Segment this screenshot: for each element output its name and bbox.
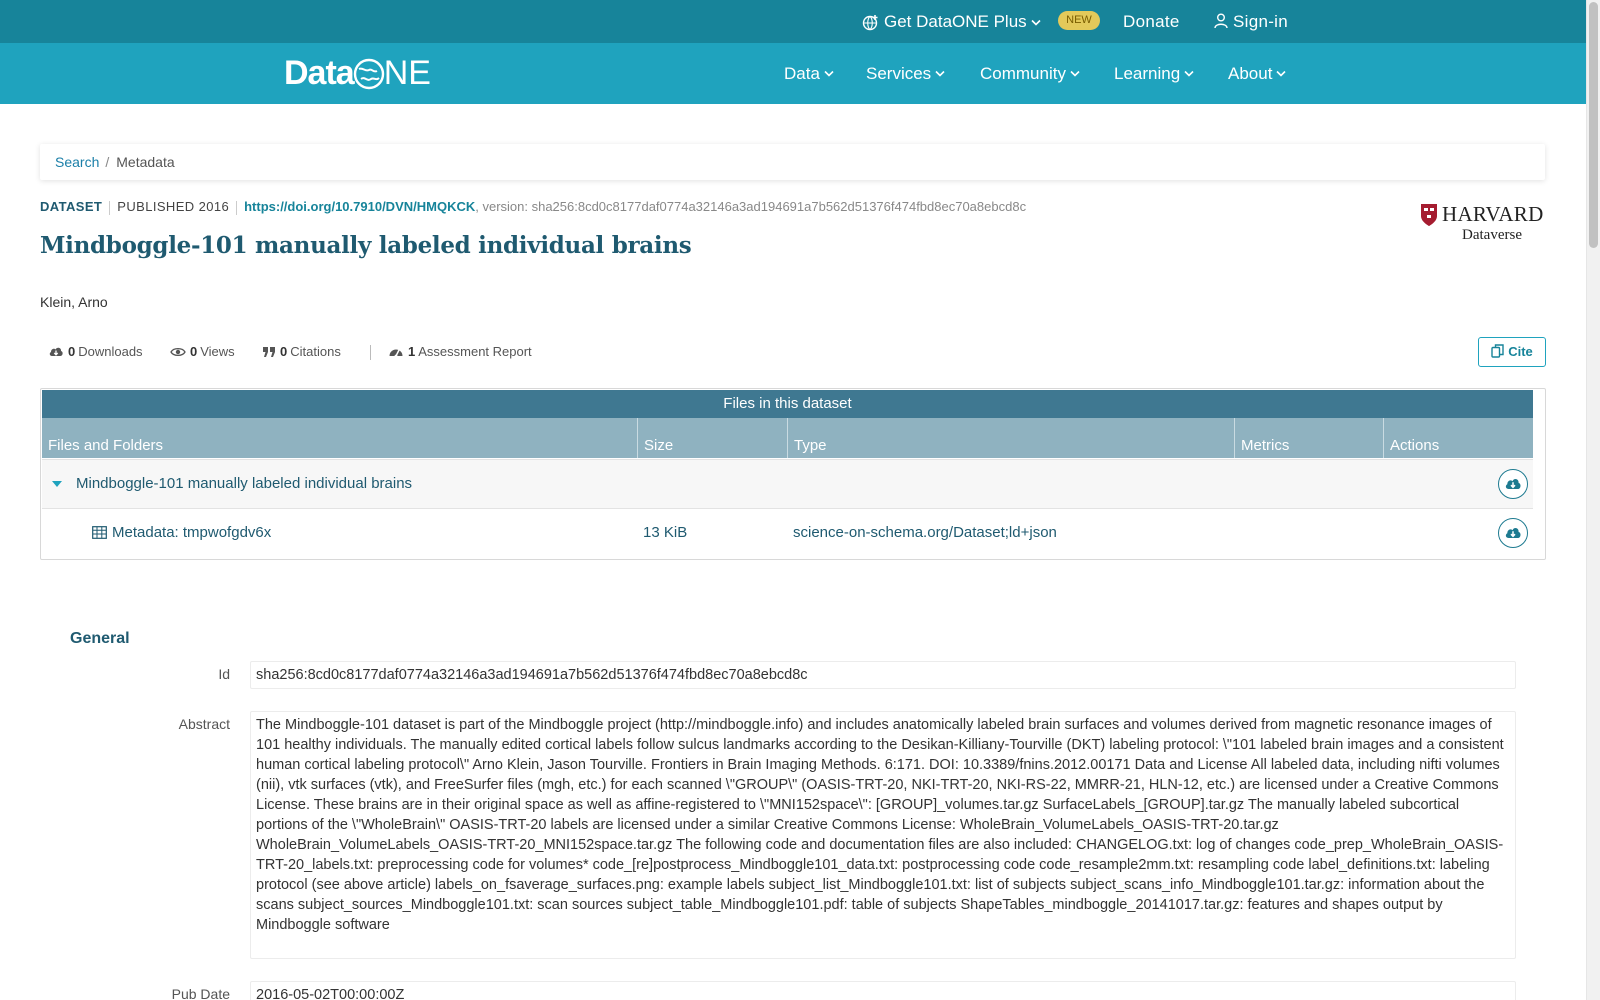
files-table: Files in this dataset Files and Folders … (40, 388, 1546, 560)
breadcrumb: Search / Metadata (40, 144, 1545, 180)
doi-link[interactable]: https://doi.org/10.7910/DVN/HMQKCK (244, 199, 475, 214)
assessment-metric[interactable]: 1 Assessment Report (388, 343, 532, 361)
files-table-header: Files and Folders Size Type Metrics Acti… (42, 418, 1533, 458)
breadcrumb-search-link[interactable]: Search (55, 154, 99, 170)
id-value: sha256:8cd0c8177daf0774a32146a3ad194691a… (250, 661, 1516, 689)
pubdate-value: 2016-05-02T00:00:00Z (250, 981, 1516, 1000)
nav-community[interactable]: Community (980, 43, 1080, 104)
folder-name[interactable]: Mindboggle-101 manually labeled individu… (76, 460, 412, 509)
views-label: Views (200, 344, 235, 359)
table-row[interactable]: Metadata: tmpwofgdv6x 13 KiB science-on-… (42, 508, 1533, 557)
get-dataone-plus-menu[interactable]: Get DataONE Plus (862, 0, 1041, 43)
downloads-label: Downloads (78, 344, 143, 359)
nav-about[interactable]: About (1228, 43, 1287, 104)
dataset-meta-line: DATASET PUBLISHED 2016 https://doi.org/10.… (40, 198, 1380, 216)
dataone-logo[interactable]: Data NE (284, 53, 431, 93)
dataset-type-label: DATASET (40, 199, 103, 214)
cloud-download-icon (1505, 528, 1521, 538)
column-header-files[interactable]: Files and Folders (42, 418, 638, 458)
metrics-divider (370, 345, 371, 360)
cloud-download-icon (49, 347, 63, 356)
logo-text-right: NE (383, 54, 431, 92)
file-type: science-on-schema.org/Dataset;ld+json (793, 524, 1057, 541)
files-table-caption: Files in this dataset (42, 390, 1533, 418)
id-label: Id (218, 666, 230, 682)
cloud-download-icon (1505, 479, 1521, 489)
cite-button[interactable]: Cite (1478, 337, 1546, 367)
main-navbar: Data NE Data Services Community Learning … (0, 43, 1586, 104)
chevron-down-icon (1276, 70, 1287, 77)
nav-learning[interactable]: Learning (1114, 43, 1194, 104)
assessment-label: Assessment Report (418, 344, 532, 359)
donate-link[interactable]: Donate (1123, 0, 1180, 43)
assessment-count: 1 (408, 344, 416, 359)
nav-learning-label: Learning (1114, 64, 1181, 83)
repository-name: HARVARD (1442, 202, 1544, 226)
globe-logo-icon (353, 58, 384, 90)
globe-plus-icon (862, 15, 878, 31)
harvard-shield-icon (1421, 204, 1437, 226)
download-file-button[interactable] (1498, 518, 1528, 548)
chevron-down-icon (1031, 19, 1041, 26)
version-label: , version: sha256:8cd0c8177daf0774a32146… (475, 199, 1027, 214)
logo-text-left: Data (284, 54, 355, 92)
get-dataone-plus-label: Get DataONE Plus (884, 12, 1027, 31)
nav-data-label: Data (784, 64, 820, 83)
pubdate-label: Pub Date (171, 986, 230, 1000)
page-scrollbar[interactable] (1586, 0, 1600, 1000)
cite-label: Cite (1508, 344, 1533, 359)
nav-about-label: About (1228, 64, 1273, 83)
quote-icon (263, 347, 275, 357)
sign-in-label: Sign-in (1233, 12, 1289, 31)
nav-services[interactable]: Services (866, 43, 945, 104)
column-header-metrics[interactable]: Metrics (1235, 418, 1384, 458)
nav-data[interactable]: Data (784, 43, 834, 104)
meta-divider (109, 200, 111, 215)
published-label: PUBLISHED 2016 (117, 199, 230, 214)
downloads-count: 0 (68, 344, 76, 359)
new-badge: NEW (1058, 11, 1100, 30)
views-count: 0 (190, 344, 198, 359)
file-name-cell[interactable]: Metadata: tmpwofgdv6x (92, 509, 271, 558)
file-name: Metadata: tmpwofgdv6x (112, 524, 272, 541)
repository-logo[interactable]: HARVARD Dataverse (1420, 202, 1546, 244)
chevron-down-icon (1184, 70, 1194, 77)
column-header-actions[interactable]: Actions (1384, 418, 1533, 458)
table-row-folder[interactable]: Mindboggle-101 manually labeled individu… (42, 459, 1533, 508)
downloads-metric[interactable]: 0 Downloads (48, 343, 143, 361)
scrollbar-thumb[interactable] (1589, 2, 1598, 248)
eye-icon (170, 347, 186, 357)
general-section-heading: General (70, 630, 130, 647)
dataset-title: Mindboggle-101 manually labeled individu… (40, 232, 692, 259)
gauge-icon (389, 349, 403, 358)
citations-count: 0 (280, 344, 288, 359)
breadcrumb-separator: / (105, 154, 110, 170)
caret-down-icon[interactable] (52, 481, 62, 487)
column-header-type[interactable]: Type (788, 418, 1235, 458)
abstract-label: Abstract (178, 716, 230, 732)
nav-community-label: Community (980, 64, 1066, 83)
citations-metric[interactable]: 0 Citations (262, 343, 341, 361)
breadcrumb-current: Metadata (116, 154, 175, 170)
download-folder-button[interactable] (1498, 469, 1528, 499)
table-icon (92, 526, 107, 539)
sign-in-link[interactable]: Sign-in (1214, 0, 1288, 43)
copy-icon (1491, 344, 1504, 358)
user-icon (1214, 13, 1228, 29)
repository-subname: Dataverse (1462, 227, 1522, 243)
meta-divider (236, 200, 238, 215)
citations-label: Citations (290, 344, 341, 359)
chevron-down-icon (1070, 70, 1080, 77)
column-header-size[interactable]: Size (638, 418, 788, 458)
nav-services-label: Services (866, 64, 932, 83)
views-metric[interactable]: 0 Views (170, 343, 235, 361)
abstract-value: The Mindboggle-101 dataset is part of th… (250, 711, 1516, 959)
chevron-down-icon (824, 70, 834, 77)
utility-bar: Get DataONE Plus NEW Donate Sign-in (0, 0, 1586, 43)
chevron-down-icon (935, 70, 945, 77)
file-size: 13 KiB (643, 524, 688, 541)
dataset-author[interactable]: Klein, Arno (40, 294, 108, 310)
